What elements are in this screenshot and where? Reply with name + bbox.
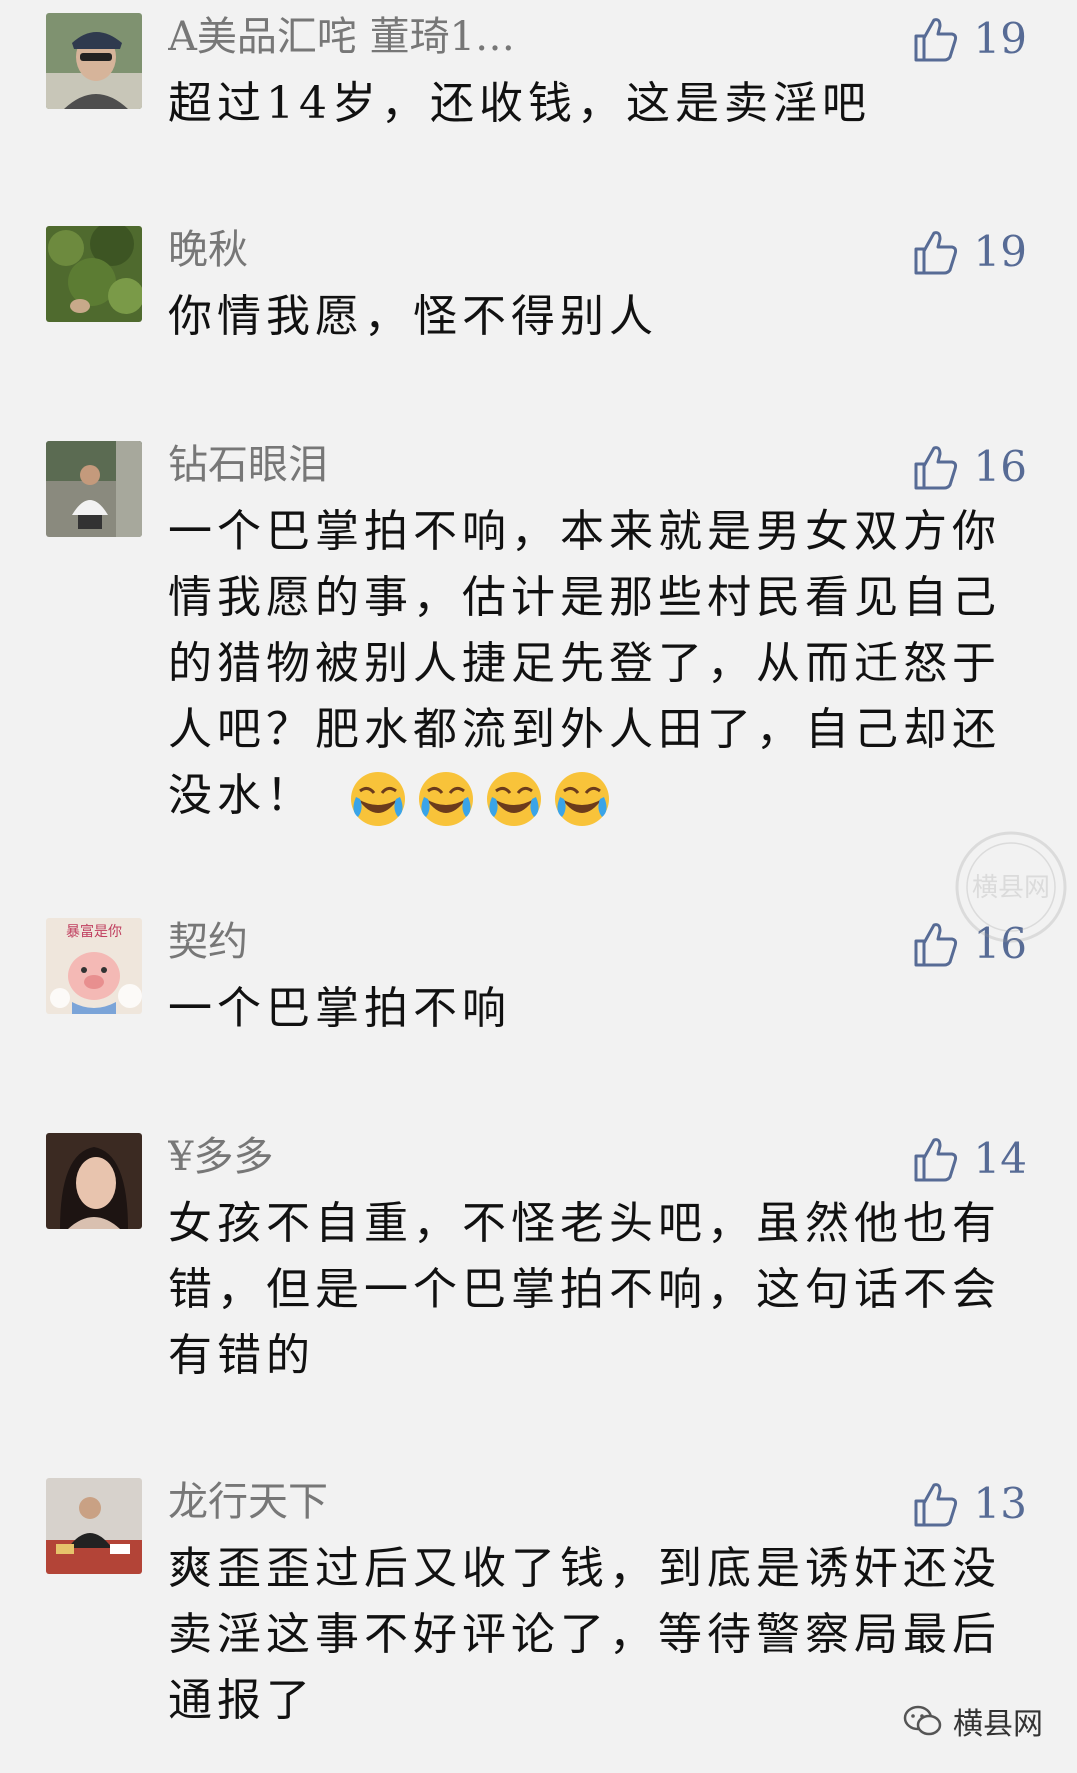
thumbs-up-icon — [910, 442, 960, 492]
comment-text: 你情我愿，怪不得别人 — [168, 291, 658, 342]
comment-item: 钻石眼泪 16 一个巴掌拍不响，本来就是男女双方你情我愿的事，估计是那些村民看见… — [0, 441, 1077, 831]
avatar-caption: 暴富是你 — [66, 923, 122, 940]
avatar[interactable] — [46, 441, 142, 537]
watermark-seal: 横县网 — [952, 828, 1070, 946]
face-with-tears-of-joy-icon — [484, 769, 544, 829]
face-with-tears-of-joy-icon — [348, 769, 408, 829]
comment-item: 暴富是你 契约 16 一个巴掌拍不响 — [0, 918, 1077, 1058]
comment-author[interactable]: 契约 — [168, 918, 248, 966]
comment-author[interactable]: 钻石眼泪 — [168, 441, 328, 489]
emoji-group — [348, 769, 612, 829]
comment-author[interactable]: ¥多多 — [168, 1133, 273, 1181]
avatar[interactable] — [46, 1133, 142, 1229]
avatar[interactable] — [46, 1478, 142, 1574]
comment-item: 晚秋 19 你情我愿，怪不得别人 — [0, 226, 1077, 366]
comment-text: 超过14岁，还收钱，这是卖淫吧 — [168, 78, 871, 129]
brand-label: 横县网 — [953, 1707, 1043, 1742]
avatar[interactable] — [46, 226, 142, 322]
thumbs-up-icon — [910, 14, 960, 64]
wechat-bubble-icon — [903, 1704, 943, 1738]
comment-text: 女孩不自重，不怪老头吧，虽然他也有错，但是一个巴掌拍不响，这句话不会有错的 — [168, 1198, 1001, 1381]
thumbs-up-icon — [910, 227, 960, 277]
comment-item: A美品汇咤 董琦1… 19 超过14岁，还收钱，这是卖淫吧 — [0, 13, 1077, 153]
avatar[interactable] — [46, 13, 142, 109]
like-button[interactable]: 16 — [910, 441, 1027, 493]
comment-author[interactable]: A美品汇咤 董琦1… — [168, 13, 515, 61]
face-with-tears-of-joy-icon — [416, 769, 476, 829]
comment-text: 一个巴掌拍不响，本来就是男女双方你情我愿的事，估计是那些村民看见自己的猎物被别人… — [168, 499, 1020, 829]
like-count: 13 — [973, 1479, 1027, 1528]
like-button[interactable]: 14 — [910, 1133, 1027, 1185]
avatar[interactable]: 暴富是你 — [46, 918, 142, 1014]
face-with-tears-of-joy-icon — [552, 769, 612, 829]
watermark-text: 横县网 — [972, 873, 1050, 903]
source-brand: 横县网 — [903, 1699, 1043, 1743]
like-count: 19 — [973, 227, 1027, 276]
comment-author[interactable]: 龙行天下 — [168, 1478, 328, 1526]
comment-author[interactable]: 晚秋 — [168, 226, 248, 274]
like-button[interactable]: 13 — [910, 1478, 1027, 1530]
thumbs-up-icon — [910, 1479, 960, 1529]
thumbs-up-icon — [910, 1134, 960, 1184]
like-button[interactable]: 19 — [910, 13, 1027, 65]
like-count: 14 — [973, 1134, 1027, 1183]
comment-item: ¥多多 14 女孩不自重，不怪老头吧，虽然他也有错，但是一个巴掌拍不响，这句话不… — [0, 1133, 1077, 1393]
comment-text: 一个巴掌拍不响 — [168, 983, 511, 1034]
like-count: 16 — [973, 442, 1027, 491]
like-button[interactable]: 19 — [910, 226, 1027, 278]
like-count: 19 — [973, 14, 1027, 63]
comment-text: 爽歪歪过后又收了钱，到底是诱奸还没卖淫这事不好评论了，等待警察局最后通报了 — [168, 1543, 1001, 1726]
